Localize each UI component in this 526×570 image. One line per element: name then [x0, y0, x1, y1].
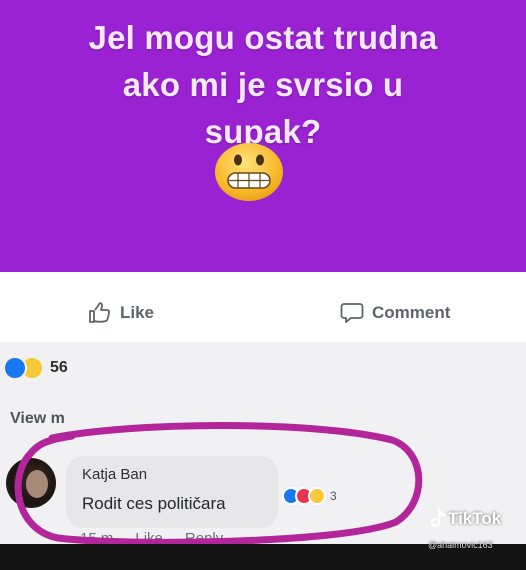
thumbs-up-icon — [89, 302, 110, 323]
haha-reaction-icon — [308, 487, 326, 505]
comment-text: Rodit ces političara — [82, 494, 226, 513]
like-button[interactable]: Like — [88, 302, 154, 324]
comment-author[interactable]: Katja Ban — [82, 466, 147, 483]
like-reaction-icon — [3, 356, 27, 380]
post-actions-bar: Like Comment — [0, 272, 526, 342]
comment-reactions[interactable]: 3 — [282, 487, 337, 505]
tiktok-username: @ahaimovic163 — [428, 540, 493, 550]
like-label: Like — [120, 303, 155, 322]
view-more-comments-link[interactable]: View m — [10, 410, 180, 428]
reactions-summary[interactable]: 56 — [3, 356, 68, 380]
tiktok-logo-icon — [430, 508, 446, 528]
grimacing-face-emoji — [215, 143, 283, 201]
post-text: Jel mogu ostat trudna ako mi je svrsio u… — [20, 14, 506, 155]
reaction-count: 56 — [50, 359, 68, 376]
avatar[interactable] — [6, 458, 56, 508]
comment-reaction-count: 3 — [330, 489, 337, 503]
tiktok-watermark: TikTok — [428, 508, 501, 530]
tiktok-brand: TikTok — [448, 509, 502, 528]
post-line-2: ako mi je svrsio u — [122, 66, 404, 103]
post-line-1: Jel mogu ostat trudna — [88, 19, 438, 56]
comment-button[interactable]: Comment — [340, 302, 450, 324]
comment-icon — [340, 303, 364, 323]
comment-label: Comment — [372, 303, 451, 322]
